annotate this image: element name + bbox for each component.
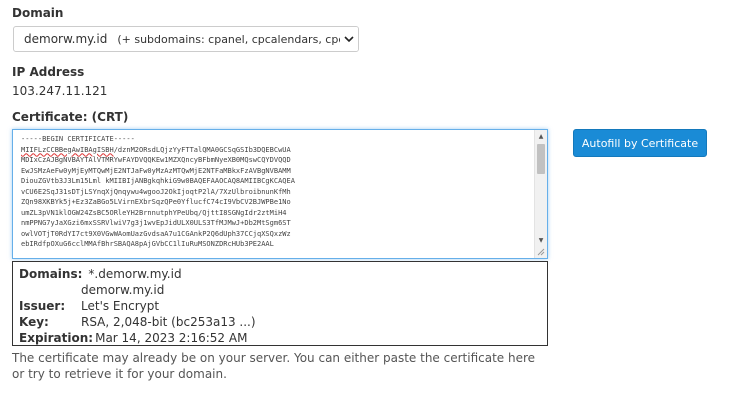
crt-line: umZL3pVN1klOGW24ZsBC5ORleYH2BrnnutphYPeU… (21, 208, 287, 217)
certificate-details-box: Domains: *.demorw.my.id demorw.my.id Iss… (12, 261, 548, 346)
expiration-value: Mar 14, 2023 2:16:52 AM (95, 331, 248, 345)
domain-subdomains: (+ subdomains: cpanel, cpcalendars, cpcc (117, 32, 351, 46)
key-value: RSA, 2,048-bit (bc253a13 ...) (81, 315, 256, 329)
details-domains-row: Domains: *.demorw.my.id (19, 266, 547, 282)
issuer-value: Let's Encrypt (81, 299, 160, 313)
domain-entry: demorw.my.id (81, 283, 165, 297)
domain-selected-value: demorw.my.id (24, 32, 108, 46)
crt-line: owlVOTjT0RdYI7ct9X0VGwWAomUazGvdsaA7u1CG… (21, 229, 291, 238)
domains-key: Domains: (19, 267, 83, 281)
scroll-up-arrow-icon[interactable]: ▲ (535, 130, 547, 142)
scroll-down-arrow-icon[interactable]: ▼ (535, 234, 547, 246)
certificate-help-text: The certificate may already be on your s… (12, 351, 536, 381)
certificate-text: -----BEGIN CERTIFICATE----- MIIFLzCCBBegA… (21, 134, 527, 250)
expiration-key: Expiration: (19, 331, 94, 345)
crt-line: ZQn98XKBYk5j+Ez3ZaBGo5LVirnEXbrSqzQPe0Yf… (21, 198, 291, 206)
spellcheck-flagged-text: MIIFLzCCBBegAwIBAgISBH (21, 145, 114, 154)
details-key-row: Key: RSA, 2,048-bit (bc253a13 ...) (19, 314, 547, 330)
ip-label: IP Address (12, 65, 85, 79)
crt-line: vCU6E2SqJ31sDTjLSYnqXjQnqywu4wgooJ2OkIjo… (21, 187, 291, 196)
domain-entry: *.demorw.my.id (88, 267, 182, 281)
autofill-by-certificate-button[interactable]: Autofill by Certificate (573, 129, 707, 157)
crt-line: MIIFLzCCBBegAwIBAgISBH/dznM2ORsdLQjzYyFT… (21, 145, 527, 156)
resize-grip-icon[interactable] (535, 246, 547, 258)
details-expiration-row: Expiration: Mar 14, 2023 2:16:52 AM (19, 330, 547, 346)
ip-value: 103.247.11.121 (12, 84, 108, 98)
details-issuer-row: Issuer: Let's Encrypt (19, 298, 547, 314)
key-key: Key: (19, 315, 49, 329)
certificate-scrollbar[interactable]: ▲ ▼ (534, 130, 547, 258)
crt-line: MDIxCzAJBgNVBAYTAlVTMRYwFAYDVQQKEw1MZXQn… (21, 156, 291, 164)
chevron-down-icon (340, 27, 358, 51)
certificate-textarea[interactable]: -----BEGIN CERTIFICATE----- MIIFLzCCBBegA… (12, 129, 548, 259)
domain-label: Domain (12, 6, 64, 20)
scrollbar-thumb[interactable] (537, 144, 545, 174)
issuer-key: Issuer: (19, 299, 66, 313)
crt-begin-line: -----BEGIN CERTIFICATE----- (21, 135, 135, 143)
domain-select[interactable]: demorw.my.id (+ subdomains: cpanel, cpca… (13, 26, 359, 52)
crt-line: EwJSMzAeFw0yMjEyMTQwMjE2NTJaFw0yMzAzMTQw… (21, 166, 291, 175)
details-domains-row-2: demorw.my.id (19, 282, 547, 298)
crt-line-rest: /dznM2ORsdLQjzYyFTTalQMA0GCSqGSIb3DQEBCw… (113, 145, 291, 154)
crt-line: nmPPNG7yJaXGzi6mxSSRVlwiV7g3j1wvEpJidULX… (21, 219, 291, 227)
certificate-label: Certificate: (CRT) (12, 110, 129, 124)
crt-line: ebIRdfpOXuG6cclMMAfBhrSBAQA8pAjGVbCC1lIu… (21, 240, 274, 248)
crt-line: DiouZGVtb3J3Lm15Lml kMIIBIjANBgkqhkiG9w0… (21, 177, 295, 185)
